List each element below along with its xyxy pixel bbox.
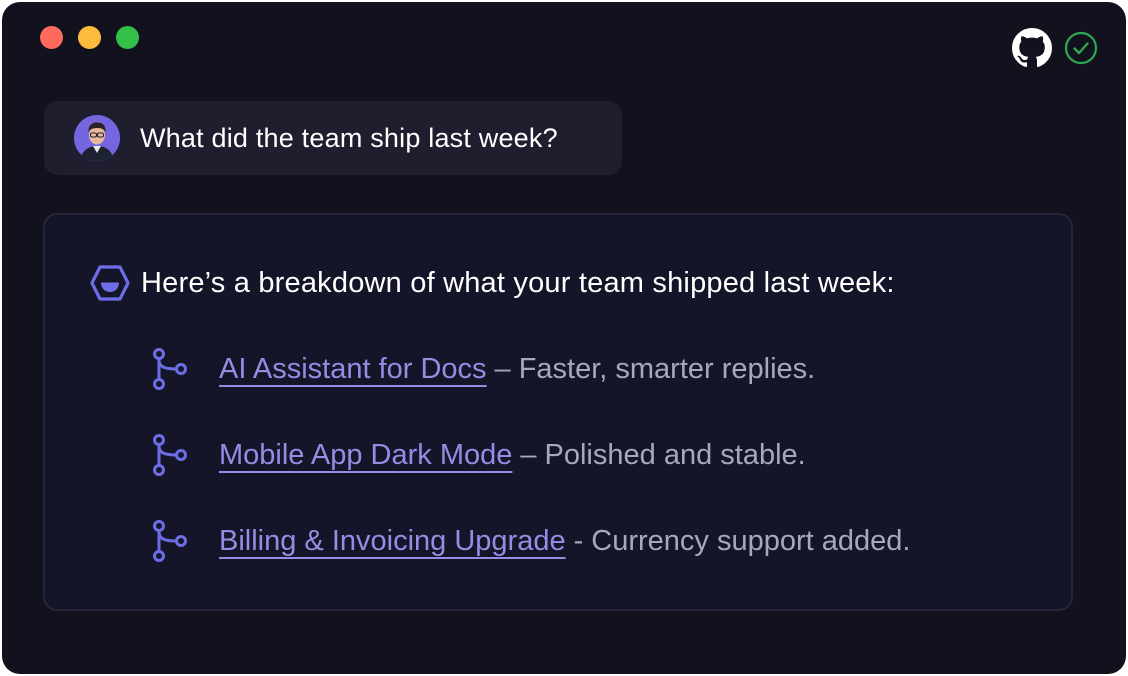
list-item: Billing & Invoicing Upgrade - Currency s… bbox=[149, 517, 910, 565]
minimize-window-button[interactable] bbox=[78, 26, 101, 49]
shipped-items-list: AI Assistant for Docs – Faster, smarter … bbox=[149, 345, 910, 603]
item-link-billing-upgrade[interactable]: Billing & Invoicing Upgrade bbox=[219, 525, 566, 558]
item-description: Faster, smarter replies. bbox=[518, 352, 816, 385]
user-message-bubble: What did the team ship last week? bbox=[44, 101, 622, 175]
assistant-answer-card: Here’s a breakdown of what your team shi… bbox=[43, 213, 1073, 611]
window-controls bbox=[40, 26, 139, 49]
item-link-ai-assistant[interactable]: AI Assistant for Docs bbox=[219, 353, 487, 386]
item-separator: – bbox=[494, 352, 511, 385]
check-circle-icon bbox=[1064, 31, 1098, 65]
assistant-logo-icon bbox=[90, 265, 130, 301]
item-separator: - bbox=[573, 524, 584, 557]
github-icon[interactable] bbox=[1012, 28, 1052, 68]
list-item: Mobile App Dark Mode – Polished and stab… bbox=[149, 431, 910, 479]
user-avatar[interactable] bbox=[74, 115, 120, 161]
header-actions bbox=[1012, 28, 1098, 68]
list-item: AI Assistant for Docs – Faster, smarter … bbox=[149, 345, 910, 393]
user-message-text: What did the team ship last week? bbox=[140, 122, 558, 153]
answer-title: Here’s a breakdown of what your team shi… bbox=[141, 266, 895, 299]
close-window-button[interactable] bbox=[40, 26, 63, 49]
answer-header: Here’s a breakdown of what your team shi… bbox=[89, 263, 895, 303]
maximize-window-button[interactable] bbox=[116, 26, 139, 49]
git-branch-icon bbox=[153, 348, 187, 390]
git-branch-icon bbox=[153, 520, 187, 562]
item-separator: – bbox=[520, 438, 537, 471]
git-branch-icon bbox=[153, 434, 187, 476]
app-window: What did the team ship last week? Here’s… bbox=[2, 2, 1126, 674]
item-link-mobile-dark-mode[interactable]: Mobile App Dark Mode bbox=[219, 439, 512, 472]
item-description: Currency support added. bbox=[591, 524, 911, 557]
item-description: Polished and stable. bbox=[544, 438, 806, 471]
